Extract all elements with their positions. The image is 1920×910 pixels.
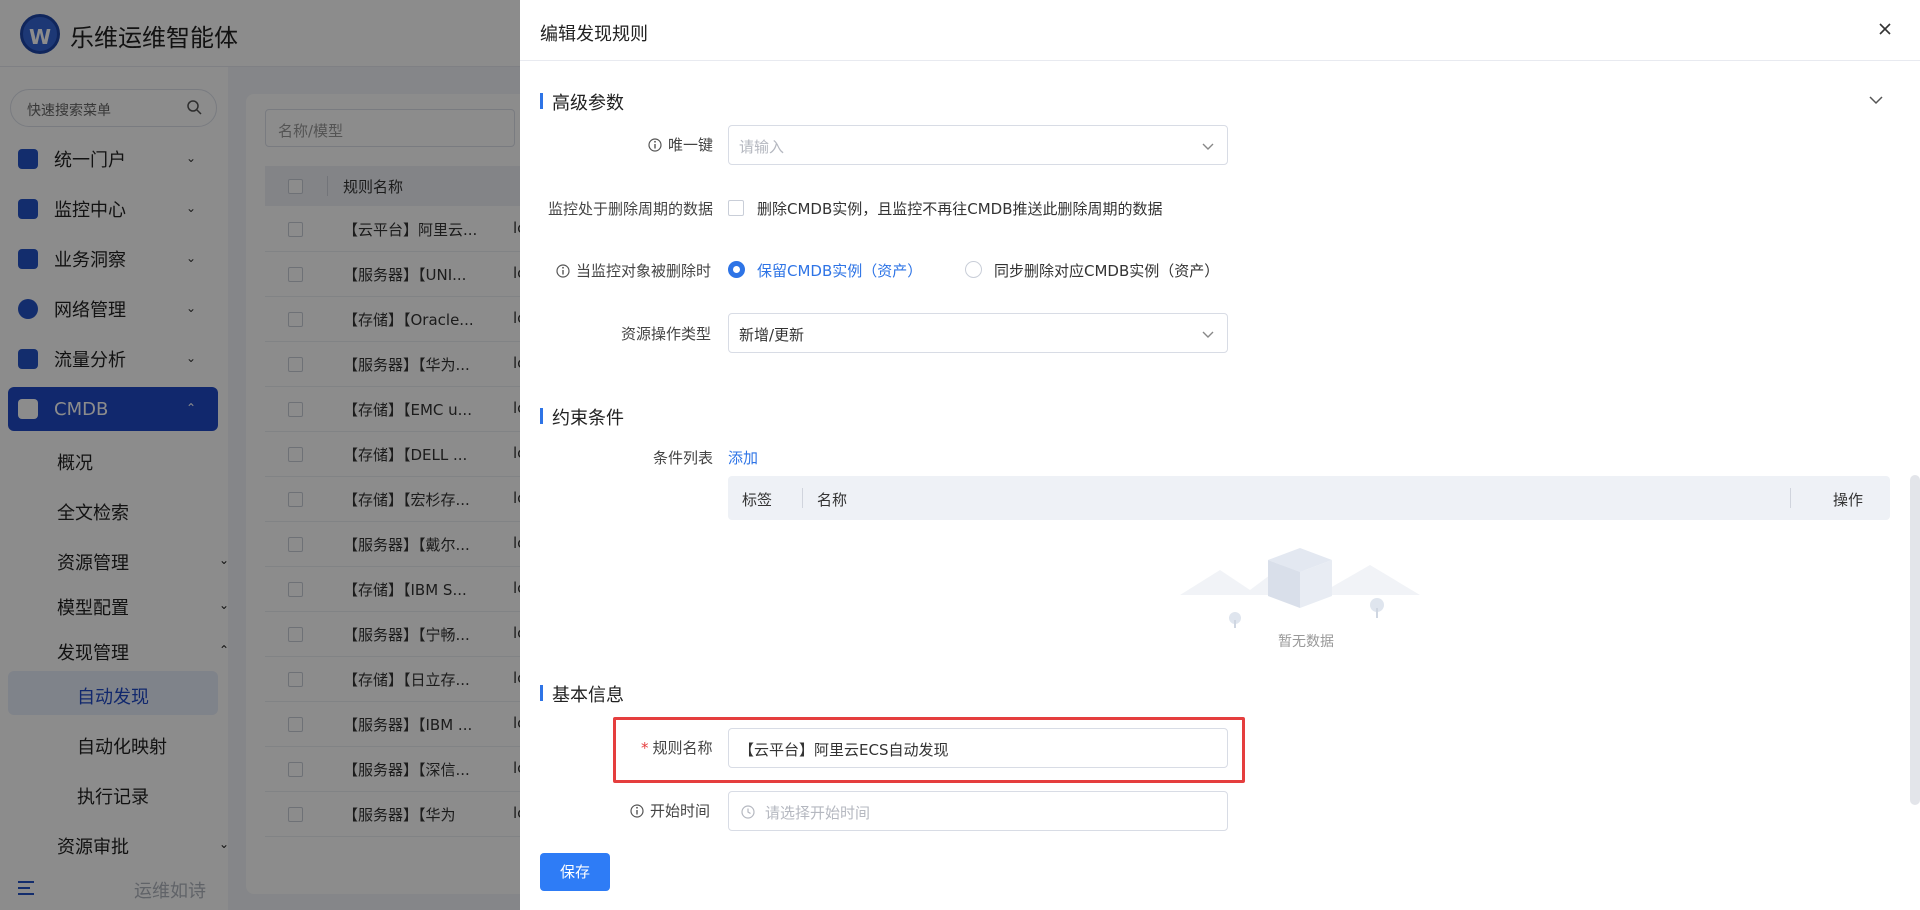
start-time-label: 开始时间: [630, 800, 710, 821]
drawer-title: 编辑发现规则: [540, 24, 648, 45]
chevron-down-icon: [1202, 331, 1214, 338]
required-mark: *: [641, 739, 649, 757]
info-icon: [556, 264, 570, 278]
condition-table-header: 标签 名称 操作: [728, 476, 1890, 520]
add-condition-link[interactable]: 添加: [728, 447, 758, 468]
start-time-placeholder: 请选择开始时间: [765, 804, 871, 822]
on-delete-label-text: 当监控对象被删除时: [576, 262, 712, 280]
rule-name-label-text: 规则名称: [652, 739, 713, 757]
empty-data-text: 暂无数据: [1278, 634, 1334, 650]
chevron-down-icon: [1202, 143, 1214, 150]
unique-key-label-text: 唯一键: [667, 136, 713, 154]
condition-list-label: 条件列表: [653, 449, 714, 467]
on-delete-label: 当监控对象被删除时: [556, 260, 711, 281]
delete-period-label: 监控处于删除周期的数据: [548, 200, 714, 218]
op-type-label: 资源操作类型: [621, 325, 712, 343]
column-name: 名称: [817, 491, 848, 509]
drawer-scrollbar[interactable]: [1910, 475, 1920, 805]
info-icon: [630, 804, 644, 818]
unique-key-placeholder: 请输入: [739, 138, 785, 156]
delete-period-checkbox[interactable]: [728, 200, 744, 216]
section-constraints-title: 约束条件: [540, 404, 624, 430]
clock-icon: [741, 805, 755, 819]
section-advanced-title: 高级参数: [540, 89, 624, 115]
save-button[interactable]: 保存: [540, 853, 610, 891]
edit-rule-drawer: 编辑发现规则 高级参数 唯一键 请输入 监控处于删除周期的数据 删除CMDB实例…: [520, 0, 1920, 910]
chevron-down-icon[interactable]: [1868, 92, 1884, 108]
rule-name-label: * 规则名称: [641, 737, 713, 758]
section-basic-title: 基本信息: [540, 681, 624, 707]
info-icon: [648, 138, 662, 152]
column-action: 操作: [1833, 491, 1864, 509]
start-time-picker[interactable]: 请选择开始时间: [728, 791, 1228, 831]
column-divider: [1790, 488, 1791, 508]
close-icon[interactable]: [1876, 20, 1894, 38]
column-tag: 标签: [742, 491, 773, 509]
radio-sync-delete-label[interactable]: 同步删除对应CMDB实例（资产）: [994, 260, 1219, 281]
radio-keep-cmdb-label[interactable]: 保留CMDB实例（资产）: [757, 260, 922, 281]
start-time-label-text: 开始时间: [650, 802, 711, 820]
unique-key-select[interactable]: 请输入: [728, 125, 1228, 165]
rule-name-value: 【云平台】阿里云ECS自动发现: [739, 741, 949, 759]
empty-box-illustration: [1180, 548, 1420, 628]
delete-period-checkbox-label[interactable]: 删除CMDB实例，且监控不再往CMDB推送此删除周期的数据: [757, 198, 1163, 219]
drawer-header: 编辑发现规则: [520, 0, 1920, 61]
radio-keep-cmdb[interactable]: [728, 261, 745, 278]
op-type-value: 新增/更新: [739, 326, 805, 344]
column-divider: [802, 488, 803, 508]
op-type-select[interactable]: 新增/更新: [728, 313, 1228, 353]
radio-sync-delete[interactable]: [965, 261, 982, 278]
rule-name-input[interactable]: 【云平台】阿里云ECS自动发现: [728, 728, 1228, 768]
unique-key-label: 唯一键: [648, 134, 713, 155]
